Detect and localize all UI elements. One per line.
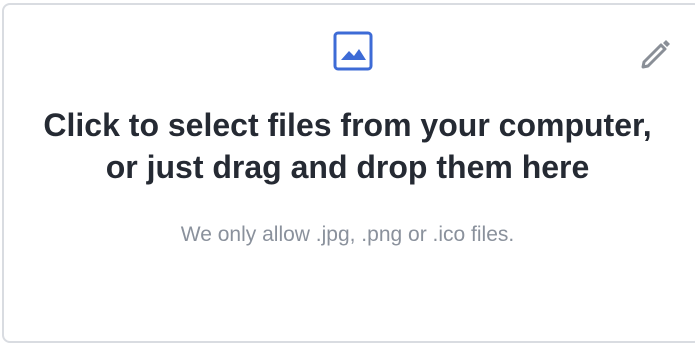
headline-line-2: or just drag and drop them here: [105, 149, 590, 185]
image-icon: [333, 31, 373, 71]
dropzone-headline: Click to select files from your computer…: [0, 104, 695, 188]
pencil-icon[interactable]: [634, 32, 676, 74]
headline-line-1: Click to select files from your computer…: [43, 107, 652, 143]
file-type-hint: We only allow .jpg, .png or .ico files.: [180, 223, 515, 246]
